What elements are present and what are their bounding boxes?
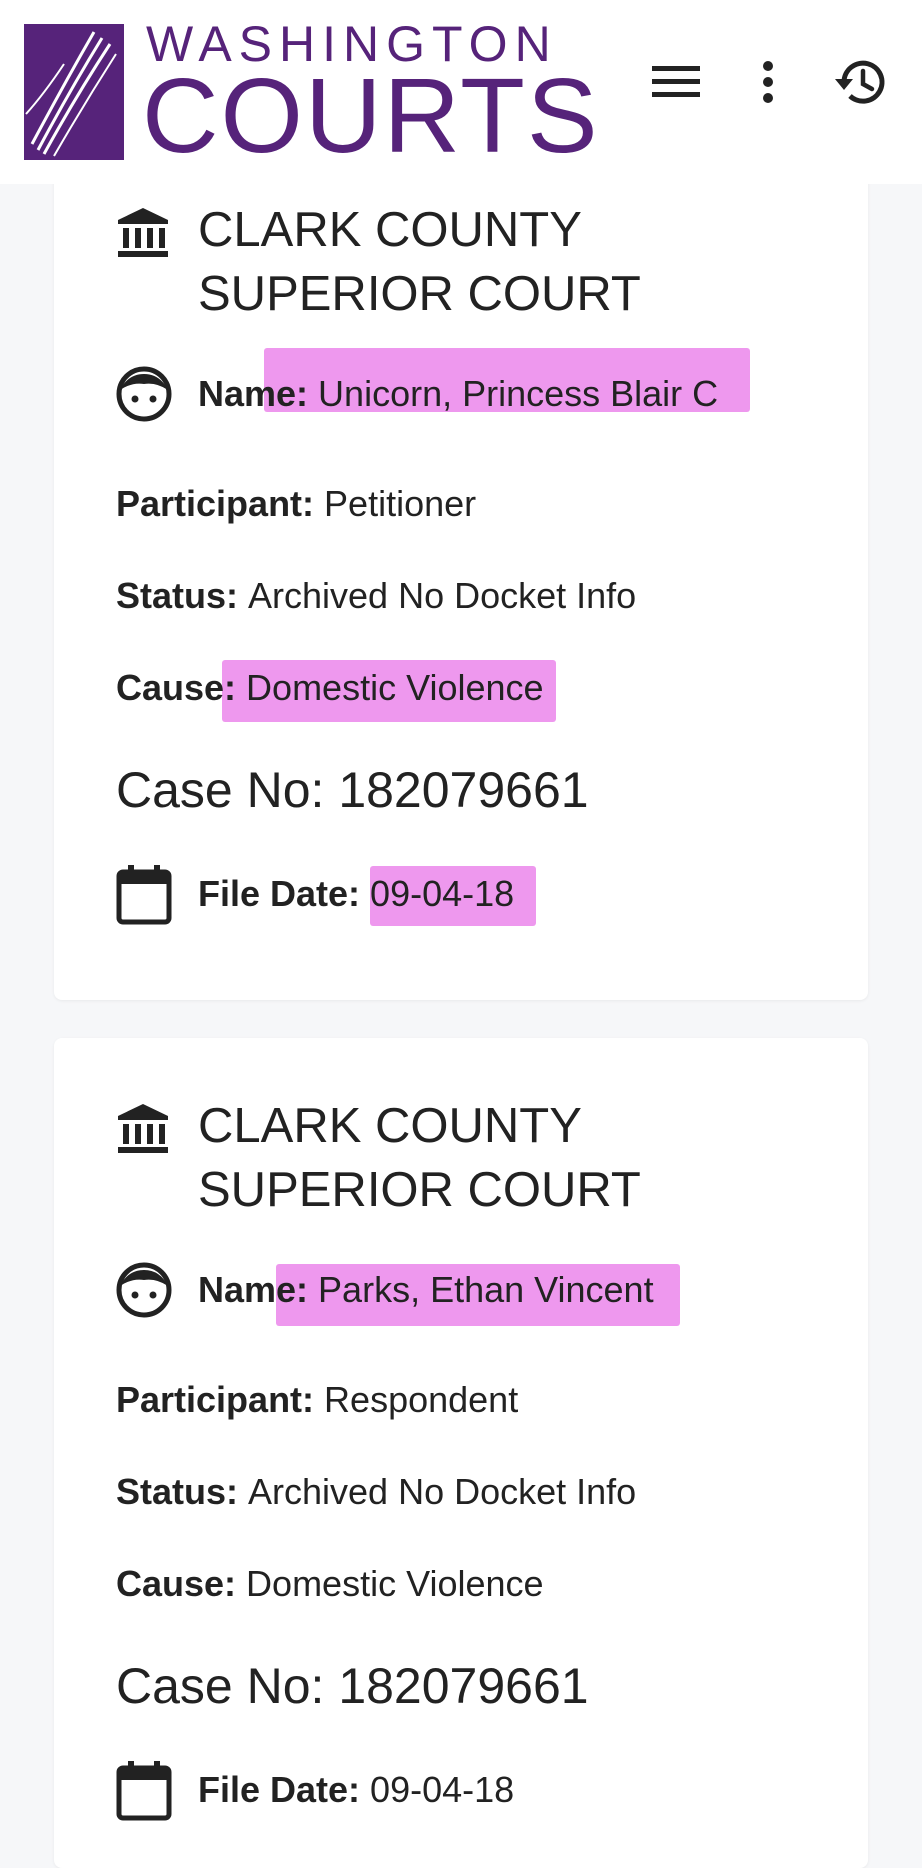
menu-icon xyxy=(652,66,700,97)
participant-field: Participant: Petitioner xyxy=(116,482,476,526)
case-card[interactable]: CLARK COUNTY SUPERIOR COURT Name: Parks,… xyxy=(54,1038,868,1868)
participant-field: Participant: Respondent xyxy=(116,1378,518,1422)
name-value: Unicorn, Princess Blair C xyxy=(318,373,719,414)
file-date-field: File Date: 09-04-18 xyxy=(198,872,514,916)
status-field: Status: Archived No Docket Info xyxy=(116,574,636,618)
courthouse-icon xyxy=(118,1104,168,1153)
courthouse-icon xyxy=(118,208,168,257)
status-label: Status: xyxy=(116,1471,249,1512)
logo-text-courts: COURTS xyxy=(142,57,600,175)
history-icon xyxy=(835,60,885,104)
file-date-field: File Date: 09-04-18 xyxy=(198,1768,514,1812)
court-name: CLARK COUNTY SUPERIOR COURT xyxy=(198,203,641,321)
more-options-button[interactable] xyxy=(738,52,798,112)
participant-label: Participant: xyxy=(116,1379,325,1420)
status-label: Status: xyxy=(116,575,249,616)
more-vert-icon xyxy=(763,61,773,103)
cause-field: Cause: Domestic Violence xyxy=(116,1562,544,1606)
file-date-value: 09-04-18 xyxy=(370,1769,515,1810)
court-name: CLARK COUNTY SUPERIOR COURT xyxy=(198,1099,641,1217)
app-header: WASHINGTON COURTS xyxy=(0,0,922,184)
participant-label: Participant: xyxy=(116,483,325,524)
face-icon xyxy=(116,1262,172,1318)
cause-value: Domestic Violence xyxy=(246,1563,544,1604)
file-date-label: File Date: xyxy=(198,873,371,914)
name-label: Name: xyxy=(198,373,319,414)
name-field: Name: Unicorn, Princess Blair C xyxy=(198,372,718,416)
history-button[interactable] xyxy=(830,52,890,112)
name-field: Name: Parks, Ethan Vincent xyxy=(198,1268,654,1312)
case-number: Case No: 182079661 xyxy=(116,762,589,818)
cause-label: Cause: xyxy=(116,667,247,708)
case-number: Case No: 182079661 xyxy=(116,1658,589,1714)
status-field: Status: Archived No Docket Info xyxy=(116,1470,636,1514)
menu-button[interactable] xyxy=(646,52,706,112)
calendar-icon xyxy=(116,1761,172,1821)
status-value: Archived No Docket Info xyxy=(248,575,637,616)
participant-value: Respondent xyxy=(324,1379,519,1420)
case-card[interactable]: CLARK COUNTY SUPERIOR COURT Name: Unicor… xyxy=(54,150,868,1000)
status-value: Archived No Docket Info xyxy=(248,1471,637,1512)
washington-courts-logo-icon xyxy=(24,24,124,160)
name-label: Name: xyxy=(198,1269,319,1310)
participant-value: Petitioner xyxy=(324,483,477,524)
cause-label: Cause: xyxy=(116,1563,247,1604)
cause-value: Domestic Violence xyxy=(246,667,544,708)
file-date-value: 09-04-18 xyxy=(370,873,515,914)
file-date-label: File Date: xyxy=(198,1769,371,1810)
cause-field: Cause: Domestic Violence xyxy=(116,666,544,710)
face-icon xyxy=(116,366,172,422)
name-value: Parks, Ethan Vincent xyxy=(318,1269,654,1310)
calendar-icon xyxy=(116,865,172,925)
